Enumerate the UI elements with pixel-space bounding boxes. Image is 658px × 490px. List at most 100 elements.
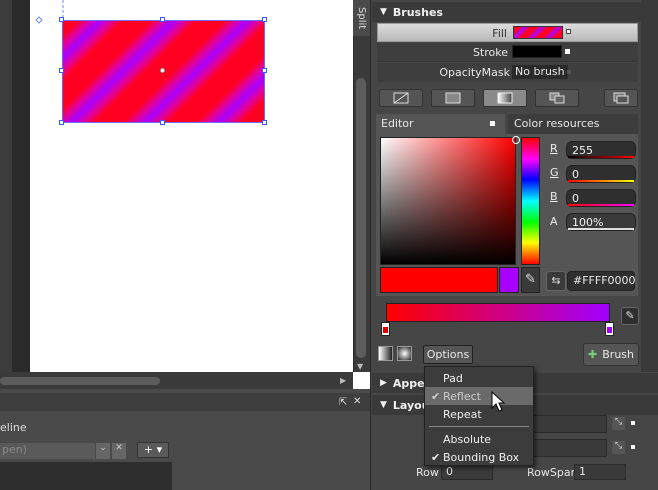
height-field[interactable] [530,439,607,457]
linear-gradient-icon[interactable] [378,346,393,361]
left-toolbar-strip [0,0,12,372]
opacitymask-label: OpacityMask [439,66,510,79]
row-label: Row [416,466,439,479]
menu-item-label: Absolute [443,432,492,446]
hex-field[interactable]: #FFFF0000 [567,271,636,291]
editor-options-icon[interactable] [490,121,495,126]
menu-item-reflect[interactable]: ✔ Reflect [425,387,533,405]
rowspan-field[interactable]: 1 [574,464,626,480]
tile-brush-button[interactable] [535,89,579,107]
expand-triangle-icon[interactable]: ▼ [380,7,387,17]
stroke-advanced-options-icon[interactable] [565,49,570,54]
width-auto-icon[interactable]: ⤡ [612,417,625,430]
b-value: 0 [572,191,579,205]
rowspan-value: 1 [579,465,586,478]
opacitymask-advanced-options-icon[interactable] [567,70,571,74]
opacitymask-value[interactable]: No brush [512,65,568,79]
resize-handle-tl[interactable] [59,17,64,22]
tab-color-resources-label: Color resources [514,117,600,130]
timeline-label: eline [0,421,27,434]
resize-handle-tr[interactable] [262,17,267,22]
resize-handle-bl[interactable] [59,120,64,125]
menu-item-absolute[interactable]: Absolute [425,430,533,448]
check-icon: ✔ [431,389,441,403]
tab-color-resources[interactable]: Color resources [508,114,638,134]
new-storyboard-button[interactable]: + ▾ [137,442,169,458]
timeline-area[interactable] [0,462,172,490]
color-mode-toggle-icon[interactable]: ⇆ [546,271,566,291]
radial-gradient-icon[interactable] [397,346,412,361]
color-picker-field[interactable] [380,137,516,265]
vertical-scroll-thumb[interactable] [356,78,366,358]
fill-swatch[interactable] [513,26,563,39]
panel-scrollbar[interactable] [641,0,658,372]
width-field[interactable] [530,415,607,433]
panel-title-bar [0,393,370,411]
brush-resources-button[interactable] [604,89,638,107]
options-label: Options [426,348,470,361]
tile-brush-icon [549,92,565,104]
split-view-tab[interactable]: Split [353,0,370,36]
previous-color-swatch[interactable] [499,267,519,293]
resize-handle-l[interactable] [59,68,64,73]
brushes-section-header[interactable]: ▼ Brushes [372,2,658,22]
menu-item-bounding-box[interactable]: ✔ Bounding Box [425,448,533,466]
g-label: G [550,166,559,179]
color-picker-cursor[interactable] [512,136,520,144]
a-label: A [550,215,558,228]
center-point[interactable] [160,68,165,73]
fill-row[interactable]: Fill [377,23,638,42]
row-value: 0 [446,465,453,478]
tab-editor-label: Editor [381,117,414,130]
gradient-brush-button[interactable] [483,89,527,107]
resize-handle-b[interactable] [160,120,165,125]
resize-handle-r[interactable] [262,68,267,73]
eyedropper-icon[interactable]: ✎ [521,267,540,293]
expand-triangle-icon[interactable]: ▼ [380,400,387,410]
row-field[interactable]: 0 [441,464,493,480]
no-brush-icon [393,92,409,104]
gradient-brush-icon [497,92,513,104]
stroke-swatch[interactable] [512,45,562,58]
left-gutter [12,0,30,372]
fill-advanced-options-icon[interactable] [566,29,571,34]
close-storyboard-icon[interactable]: ✕ [112,443,126,459]
scroll-right-arrow-icon[interactable]: ▶ [340,376,346,385]
collapsed-triangle-icon[interactable]: ▶ [380,378,387,388]
resize-handle-br[interactable] [262,120,267,125]
r-channel-bar [568,156,634,158]
scroll-down-arrow-icon[interactable]: ▼ [357,362,363,371]
menu-item-repeat[interactable]: Repeat [425,405,533,423]
tab-editor[interactable]: Editor [376,114,505,134]
resize-handle-t[interactable] [160,17,165,22]
width-advanced-options-icon[interactable] [631,421,635,425]
options-menu: Pad ✔ Reflect Repeat Absolute ✔ Bounding B… [424,366,534,466]
horizontal-scroll-thumb[interactable] [0,377,160,385]
current-color-swatch [380,267,498,293]
no-brush-button[interactable] [379,89,423,107]
pin-icon[interactable]: ⇱ [339,397,347,408]
stroke-row[interactable]: Stroke [377,43,638,62]
rowspan-label: RowSpan [527,466,578,479]
brush-resources-icon [613,92,629,104]
close-icon[interactable]: ✕ [353,396,361,407]
convert-brush-button[interactable]: ✚ Brush [583,343,639,366]
hue-slider[interactable] [521,137,540,265]
add-brush-icon: ✚ [588,348,598,361]
gradient-bar[interactable] [386,303,610,322]
g-channel-bar [568,180,634,182]
gradient-stop-purple[interactable] [605,322,614,336]
menu-separator [429,426,529,427]
storyboard-selector[interactable]: pen) [0,443,95,459]
brushes-title: Brushes [392,5,443,19]
solid-brush-button[interactable] [431,89,475,107]
check-icon: ✔ [431,450,441,464]
opacitymask-row[interactable]: OpacityMask No brush [377,63,638,82]
height-advanced-options-icon[interactable] [631,445,635,449]
options-button[interactable]: Options [423,345,473,364]
storyboard-options-icon[interactable]: ⌄ [96,443,110,459]
gradient-stop-red[interactable] [381,322,390,336]
gradient-eyedropper-icon[interactable]: ✎ [621,307,639,325]
menu-item-pad[interactable]: Pad [425,369,533,387]
height-auto-icon[interactable]: ⤡ [612,441,625,454]
